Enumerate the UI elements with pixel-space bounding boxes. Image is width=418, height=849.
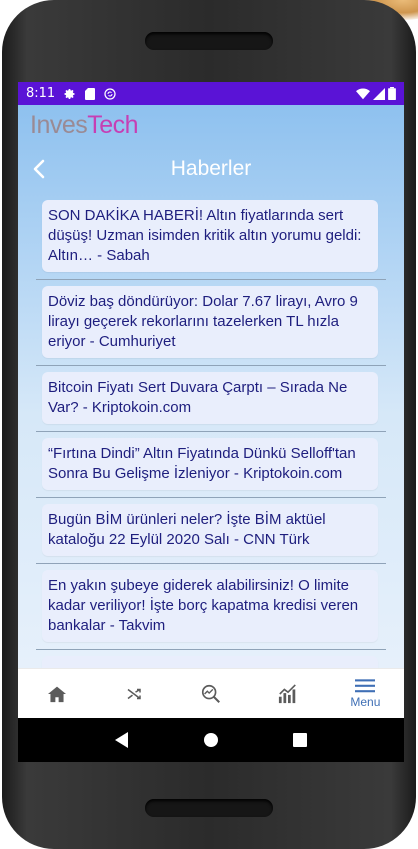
nav-shuffle[interactable]: [95, 669, 172, 718]
menu-icon: [355, 678, 376, 692]
logo-part-inves: Inves: [30, 111, 88, 139]
news-item[interactable]: En yakın şubeye giderek alabilirsiniz! O…: [36, 570, 386, 650]
news-item[interactable]: “Fırtına Dindi” Altın Fiyatında Dünkü Se…: [36, 438, 386, 498]
status-time: 8:11: [26, 86, 56, 101]
settings-icon: [64, 88, 75, 99]
status-bar: 8:11: [18, 82, 404, 105]
screenshot-stage: 8:11 InvesTech Haberler SON DAKİKA HABER…: [0, 0, 418, 849]
nav-menu[interactable]: Menu: [327, 669, 404, 718]
nav-analysis[interactable]: [172, 669, 249, 718]
app-content: InvesTech Haberler SON DAKİKA HABERİ! Al…: [18, 105, 404, 668]
bar-chart-icon: [279, 683, 297, 703]
home-circle-icon[interactable]: [203, 732, 219, 748]
news-item[interactable]: Döviz baş döndürüyor: Dolar 7.67 lirayı,…: [36, 286, 386, 366]
phone-screen: 8:11 InvesTech Haberler SON DAKİKA HABER…: [18, 82, 404, 762]
news-item[interactable]: Bugün BİM ürünleri neler? İşte BİM aktüe…: [36, 504, 386, 564]
news-item-text: Bitcoin Fiyatı Sert Duvara Çarptı – Sıra…: [48, 379, 348, 416]
page-title: Haberler: [170, 157, 252, 180]
bottom-navigation: Menu: [18, 668, 404, 718]
recents-square-icon[interactable]: [293, 733, 307, 747]
sync-icon: [104, 87, 116, 100]
news-item-text: Döviz baş döndürüyor: Dolar 7.67 lirayı,…: [48, 293, 358, 350]
nav-menu-label: Menu: [350, 694, 381, 709]
signal-icon: [373, 87, 385, 100]
bottom-speaker: [145, 799, 273, 817]
nav-stats[interactable]: [250, 669, 327, 718]
top-speaker: [145, 32, 273, 50]
news-item-text: En yakın şubeye giderek alabilirsiniz! O…: [48, 577, 359, 634]
investech-logo: InvesTech: [30, 111, 139, 140]
home-icon: [47, 686, 66, 702]
news-item[interactable]: SON DAKİKA HABERİ! Altın fiyatlarında se…: [36, 200, 386, 280]
wifi-icon: [356, 87, 370, 99]
news-item-text: Bugün BİM ürünleri neler? İşte BİM aktüe…: [48, 511, 326, 548]
news-list[interactable]: SON DAKİKA HABERİ! Altın fiyatlarında se…: [18, 200, 404, 668]
battery-icon: [388, 87, 396, 100]
shuffle-icon: [127, 688, 141, 699]
sd-card-icon: [85, 87, 96, 100]
nav-home[interactable]: [18, 669, 95, 718]
news-item-text: “Fırtına Dindi” Altın Fiyatında Dünkü Se…: [48, 445, 356, 482]
system-navigation-bar: [18, 718, 404, 762]
news-item[interactable]: Bitcoin Fiyatı Sert Duvara Çarptı – Sıra…: [36, 372, 386, 432]
news-item-text: SON DAKİKA HABERİ! Altın fiyatlarında se…: [48, 207, 362, 264]
back-triangle-icon[interactable]: [115, 732, 129, 748]
chart-search-icon: [201, 684, 220, 703]
news-item-partial[interactable]: [42, 656, 378, 668]
logo-part-tech: Tech: [87, 111, 139, 139]
phone-frame: 8:11 InvesTech Haberler SON DAKİKA HABER…: [2, 0, 416, 849]
